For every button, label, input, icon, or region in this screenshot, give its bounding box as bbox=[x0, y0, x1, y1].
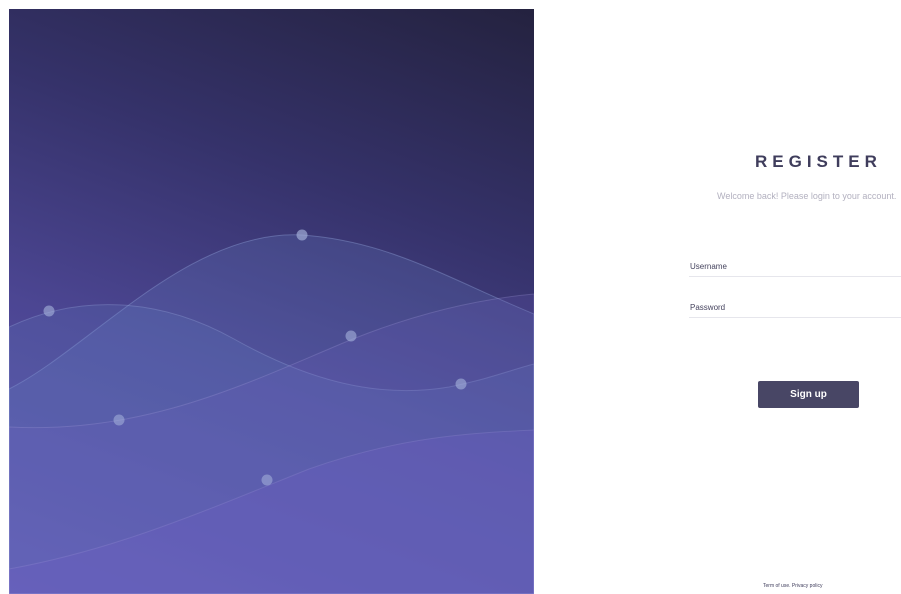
wave-node bbox=[296, 229, 308, 241]
footer-links: Term of use. Privacy policy bbox=[763, 583, 822, 589]
privacy-policy-link[interactable]: Privacy policy bbox=[792, 583, 823, 589]
wave-node bbox=[113, 414, 125, 426]
wave-node bbox=[345, 330, 357, 342]
register-form-panel: REGISTER Welcome back! Please login to y… bbox=[534, 0, 901, 594]
wave-node bbox=[455, 378, 467, 390]
page-title: REGISTER bbox=[755, 152, 882, 171]
wave-node bbox=[43, 305, 55, 317]
wave-illustration bbox=[9, 229, 534, 594]
hero-illustration bbox=[9, 9, 534, 594]
register-page: REGISTER Welcome back! Please login to y… bbox=[0, 0, 901, 594]
welcome-subtitle: Welcome back! Please login to your accou… bbox=[717, 191, 897, 201]
sign-up-button[interactable]: Sign up bbox=[758, 381, 859, 408]
wave-node bbox=[261, 474, 273, 486]
password-input[interactable] bbox=[689, 298, 901, 318]
username-input[interactable] bbox=[689, 257, 901, 277]
terms-of-use-link[interactable]: Term of use. bbox=[763, 583, 791, 589]
